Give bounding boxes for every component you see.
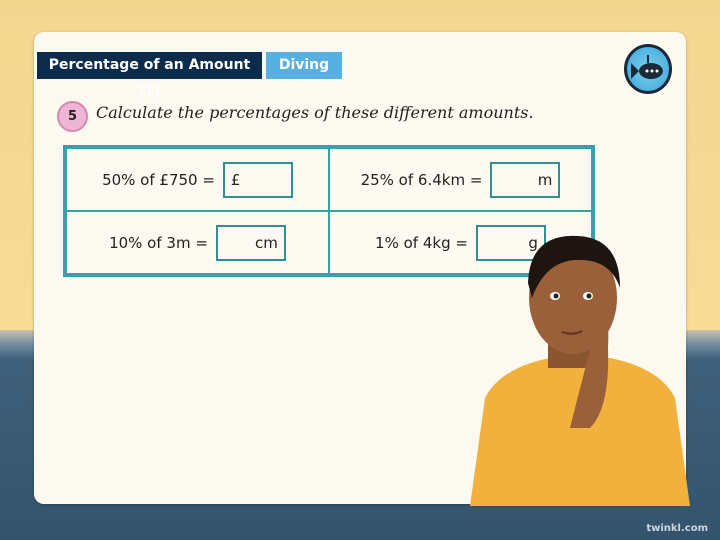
- watermark: twinkl.com: [646, 523, 708, 534]
- answer-box[interactable]: m: [490, 161, 561, 198]
- question-text: Calculate the percentages of these diffe…: [96, 103, 534, 122]
- problem-cell: 50% of £750 = £: [66, 148, 329, 211]
- answer-box[interactable]: £: [222, 161, 293, 198]
- problem-cell: 10% of 3m = cm: [66, 211, 329, 274]
- lesson-title: Percentage of an Amount (1): [37, 52, 262, 100]
- level-label: Diving: [266, 52, 342, 79]
- thinking-boy-illustration: [470, 235, 690, 506]
- answer-box[interactable]: cm: [215, 224, 286, 261]
- problem-cell: 25% of 6.4km = m: [329, 148, 592, 211]
- problem-expression: 50% of £750 =: [102, 170, 215, 189]
- problem-expression: 10% of 3m =: [109, 233, 208, 252]
- submarine-icon: [624, 44, 672, 94]
- unit-label: m: [537, 170, 553, 189]
- question-number: 5: [57, 101, 88, 132]
- problem-expression: 25% of 6.4km =: [360, 170, 483, 189]
- unit-label: cm: [255, 233, 278, 252]
- unit-label: £: [230, 170, 241, 189]
- problem-expression: 1% of 4kg =: [375, 233, 468, 252]
